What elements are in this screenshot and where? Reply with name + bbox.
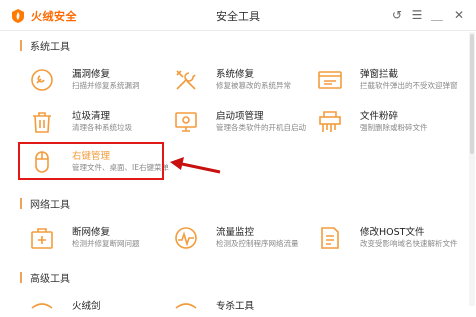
- popup-window-icon: [318, 71, 342, 89]
- tools-icon: [176, 70, 196, 90]
- scrollbar[interactable]: [469, 32, 475, 306]
- tool-title: 断网修复: [72, 227, 111, 238]
- monitor-startup-icon: [175, 112, 197, 132]
- annotation-arrow-icon: [170, 157, 221, 174]
- section-advanced-tools: 高级工具: [20, 270, 70, 285]
- trash-icon: [33, 112, 51, 133]
- shredder-icon: [319, 111, 341, 132]
- tool-system-repair[interactable]: 系统修复 修复被篡改的系统异常: [172, 64, 312, 98]
- sword-icon: [31, 303, 53, 309]
- tool-huorong-sword[interactable]: 火绒剑: [28, 296, 168, 317]
- section-network-tools: 网络工具: [20, 196, 70, 211]
- tool-network-repair[interactable]: 断网修复 检测并修复断网问题: [28, 222, 168, 256]
- tool-title: 文件粉碎: [360, 111, 399, 122]
- close-icon[interactable]: ✕: [450, 6, 468, 24]
- traffic-gauge-icon: [175, 227, 197, 249]
- host-file-icon: [321, 227, 339, 249]
- tool-popup-blocker[interactable]: 弹窗拦截 拦截软件弹出的不受欢迎弹窗: [316, 64, 458, 98]
- tool-desc: 扫描并修复系统漏洞: [72, 81, 140, 90]
- tool-junk-cleanup[interactable]: 垃圾清理 清理各种系统垃圾: [28, 106, 168, 140]
- tool-title: 修改HOST文件: [360, 227, 425, 238]
- section-accent-bar: [20, 198, 22, 209]
- tool-title: 专杀工具: [216, 301, 255, 312]
- highlight-box: [18, 142, 164, 180]
- tool-desc: 检测并修复断网问题: [72, 239, 140, 248]
- shield-wrench-icon: [31, 69, 53, 91]
- tool-desc: 改变受影响域名快速解析文件: [360, 239, 458, 248]
- tool-desc: 拦截软件弹出的不受欢迎弹窗: [360, 81, 458, 90]
- tool-title: 启动项管理: [216, 111, 264, 122]
- tool-title: 系统修复: [216, 69, 255, 80]
- tool-startup-manager[interactable]: 启动项管理 管理各类软件的开机自启动: [172, 106, 312, 140]
- section-accent-bar: [20, 40, 22, 51]
- title-bar: 火绒安全 安全工具 ↺ ☰ ＿ ✕: [0, 0, 476, 31]
- kill-tool-icon: [175, 303, 197, 309]
- tool-title: 垃圾清理: [72, 111, 111, 122]
- tool-title: 火绒剑: [72, 301, 101, 312]
- tool-edit-host-file[interactable]: 修改HOST文件 改变受影响域名快速解析文件: [316, 222, 458, 256]
- tool-desc: 强制删除或粉碎文件: [360, 123, 428, 132]
- section-accent-bar: [20, 272, 22, 283]
- tool-vulnerability-fix[interactable]: 漏洞修复 扫描并修复系统漏洞: [28, 64, 168, 98]
- section-title: 系统工具: [30, 42, 70, 53]
- tool-desc: 管理各类软件的开机自启动: [216, 123, 306, 132]
- tool-traffic-monitor[interactable]: 流量监控 检测及控制程序网络流量: [172, 222, 312, 256]
- tool-title: 弹窗拦截: [360, 69, 399, 80]
- minimize-icon[interactable]: ＿: [428, 6, 446, 24]
- tool-kill-tool[interactable]: 专杀工具: [172, 296, 312, 317]
- section-title: 网络工具: [30, 200, 70, 211]
- restore-icon[interactable]: ↺: [388, 6, 406, 24]
- tool-desc: 修复被篡改的系统异常: [216, 81, 291, 90]
- menu-icon[interactable]: ☰: [408, 6, 426, 24]
- section-system-tools: 系统工具: [20, 38, 70, 53]
- section-title: 高级工具: [30, 274, 70, 285]
- tool-desc: 清理各种系统垃圾: [72, 123, 132, 132]
- tool-file-shredder[interactable]: 文件粉碎 强制删除或粉碎文件: [316, 106, 456, 140]
- tool-desc: 检测及控制程序网络流量: [216, 239, 299, 248]
- tool-title: 漏洞修复: [72, 69, 111, 80]
- tool-title: 流量监控: [216, 227, 255, 238]
- scrollbar-thumb[interactable]: [470, 34, 474, 154]
- network-repair-icon: [31, 228, 53, 249]
